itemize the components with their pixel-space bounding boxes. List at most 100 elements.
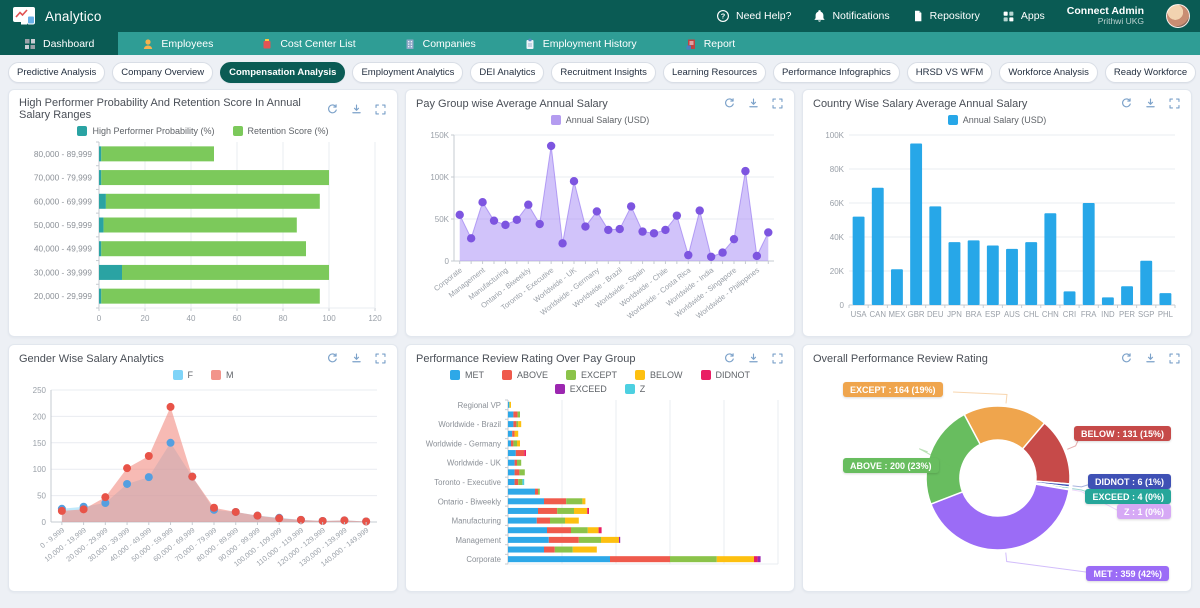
legend-item-above[interactable]: ABOVE <box>502 370 548 380</box>
nav-item-companies[interactable]: Companies <box>380 32 500 55</box>
topbar-item-notifications[interactable]: Notifications <box>813 9 889 23</box>
svg-text:Corporate: Corporate <box>466 555 501 564</box>
nav-item-label: Companies <box>423 38 476 50</box>
card-actions <box>326 352 387 365</box>
topbar-item-apps[interactable]: Apps <box>1002 10 1045 23</box>
card-pay-group-avg-salary: Pay Group wise Average Annual SalaryAnnu… <box>405 89 795 337</box>
download-icon[interactable] <box>747 352 760 365</box>
svg-text:AUS: AUS <box>1004 310 1020 319</box>
refresh-icon[interactable] <box>1120 97 1133 110</box>
legend-item-m[interactable]: M <box>211 370 234 380</box>
legend-label: BELOW <box>650 370 683 380</box>
nav-item-cost-center-list[interactable]: Cost Center List <box>237 32 379 55</box>
legend-item-below[interactable]: BELOW <box>635 370 683 380</box>
tab-hrsd-vs-wfm[interactable]: HRSD VS WFM <box>907 62 993 83</box>
nav-item-label: Dashboard <box>43 38 94 50</box>
tab-workforce-analysis[interactable]: Workforce Analysis <box>999 62 1098 83</box>
legend-label: EXCEED <box>570 384 607 394</box>
expand-icon[interactable] <box>771 352 784 365</box>
nav-item-label: Report <box>704 38 736 50</box>
card-title: Overall Performance Review Rating <box>813 353 988 365</box>
card-body: Annual Salary (USD) 050K100K150KCorporate… <box>406 115 794 332</box>
tab-company-overview[interactable]: Company Overview <box>112 62 213 83</box>
tab-predictive-analysis[interactable]: Predictive Analysis <box>8 62 105 83</box>
chart-pay-group-avg-salary: 050K100K150KCorporateManagementManufactu… <box>416 127 786 323</box>
download-icon[interactable] <box>350 103 363 116</box>
download-icon[interactable] <box>350 352 363 365</box>
tab-recruitment-insights[interactable]: Recruitment Insights <box>551 62 656 83</box>
analytico-logo-icon <box>12 6 36 26</box>
topbar-item-repository[interactable]: Repository <box>912 9 980 23</box>
card-head: Overall Performance Review Rating <box>803 345 1191 368</box>
svg-text:20: 20 <box>141 314 150 323</box>
legend-item-except[interactable]: EXCEPT <box>566 370 617 380</box>
refresh-icon[interactable] <box>326 103 339 116</box>
legend-item-exceed[interactable]: EXCEED <box>555 384 607 394</box>
tab-compensation-analysis[interactable]: Compensation Analysis <box>220 62 345 83</box>
expand-icon[interactable] <box>374 103 387 116</box>
svg-text:?: ? <box>721 12 726 21</box>
nav-item-employees[interactable]: Employees <box>118 32 237 55</box>
refresh-icon[interactable] <box>723 352 736 365</box>
svg-text:Worldwide - UK: Worldwide - UK <box>447 459 502 468</box>
card-title: Gender Wise Salary Analytics <box>19 353 164 365</box>
legend-label: DIDNOT <box>716 370 751 380</box>
svg-text:150K: 150K <box>430 131 449 140</box>
nav-item-dashboard[interactable]: Dashboard <box>0 32 118 55</box>
cost-center-icon <box>261 38 273 50</box>
donut-callout-exceed: EXCEED : 4 (0%) <box>1085 489 1171 504</box>
svg-text:20,000 - 29,999: 20,000 - 29,999 <box>34 291 93 301</box>
svg-text:Toronto - Executive: Toronto - Executive <box>434 478 501 487</box>
nav-item-employment-history[interactable]: Employment History <box>500 32 661 55</box>
legend-item-retention-score[interactable]: Retention Score (%) <box>233 126 329 136</box>
card-body: EXCEPT : 164 (19%)BELOW : 131 (15%)DIDNO… <box>803 368 1191 588</box>
svg-text:40K: 40K <box>830 233 845 242</box>
legend-item-met[interactable]: MET <box>450 370 484 380</box>
avatar[interactable] <box>1166 4 1190 28</box>
refresh-icon[interactable] <box>723 97 736 110</box>
download-icon[interactable] <box>1144 352 1157 365</box>
legend-item-annual-salary-usd[interactable]: Annual Salary (USD) <box>948 115 1047 125</box>
legend-item-annual-salary-usd[interactable]: Annual Salary (USD) <box>551 115 650 125</box>
expand-icon[interactable] <box>374 352 387 365</box>
card-country-avg-salary: Country Wise Salary Average Annual Salar… <box>802 89 1192 337</box>
topbar-item-label: Need Help? <box>736 10 791 22</box>
tab-ready-workforce[interactable]: Ready Workforce <box>1105 62 1196 83</box>
card-head: Pay Group wise Average Annual Salary <box>406 90 794 113</box>
svg-text:120: 120 <box>368 314 382 323</box>
tab-employment-analytics[interactable]: Employment Analytics <box>352 62 463 83</box>
top-app-bar: Analytico ? Need Help? Notifications Reposi… <box>0 0 1200 32</box>
nav-item-report[interactable]: Report <box>661 32 760 55</box>
legend-item-f[interactable]: F <box>173 370 194 380</box>
legend-item-z[interactable]: Z <box>625 384 646 394</box>
expand-icon[interactable] <box>1168 97 1181 110</box>
svg-text:150: 150 <box>33 439 47 448</box>
chart-gender-salary-analytics: 0501001502002500 - 9,99910,000 - 19,9992… <box>19 382 389 578</box>
refresh-icon[interactable] <box>326 352 339 365</box>
legend-item-didnot[interactable]: DIDNOT <box>701 370 751 380</box>
legend-item-high-performer-probability[interactable]: High Performer Probability (%) <box>77 126 214 136</box>
download-icon[interactable] <box>747 97 760 110</box>
expand-icon[interactable] <box>1168 352 1181 365</box>
svg-text:Manufacturing: Manufacturing <box>452 517 501 526</box>
app-title: Analytico <box>45 9 102 24</box>
refresh-icon[interactable] <box>1120 352 1133 365</box>
donut-overall-perf-review: EXCEPT : 164 (19%)BELOW : 131 (15%)DIDNO… <box>813 368 1183 584</box>
svg-text:100: 100 <box>33 465 47 474</box>
download-icon[interactable] <box>1144 97 1157 110</box>
tab-learning-resources[interactable]: Learning Resources <box>663 62 766 83</box>
expand-icon[interactable] <box>771 97 784 110</box>
user-menu[interactable]: Connect Admin Prithwi UKG <box>1067 5 1144 27</box>
tab-performance-infographics[interactable]: Performance Infographics <box>773 62 900 83</box>
topbar-item-need-help[interactable]: ? Need Help? <box>716 9 791 23</box>
legend-swatch <box>555 384 565 394</box>
card-head: High Performer Probability And Retention… <box>9 90 397 124</box>
tab-dei-analytics[interactable]: DEI Analytics <box>470 62 544 83</box>
card-body: METABOVEEXCEPTBELOWDIDNOTEXCEEDZRegional… <box>406 370 794 581</box>
legend-swatch <box>77 126 87 136</box>
svg-text:Worldwide - Brazil: Worldwide - Brazil <box>438 420 501 429</box>
legend-label: High Performer Probability (%) <box>92 126 214 136</box>
brand: Analytico <box>12 6 102 26</box>
svg-text:60: 60 <box>233 314 242 323</box>
svg-text:Ontario - Biweekly: Ontario - Biweekly <box>438 497 501 506</box>
